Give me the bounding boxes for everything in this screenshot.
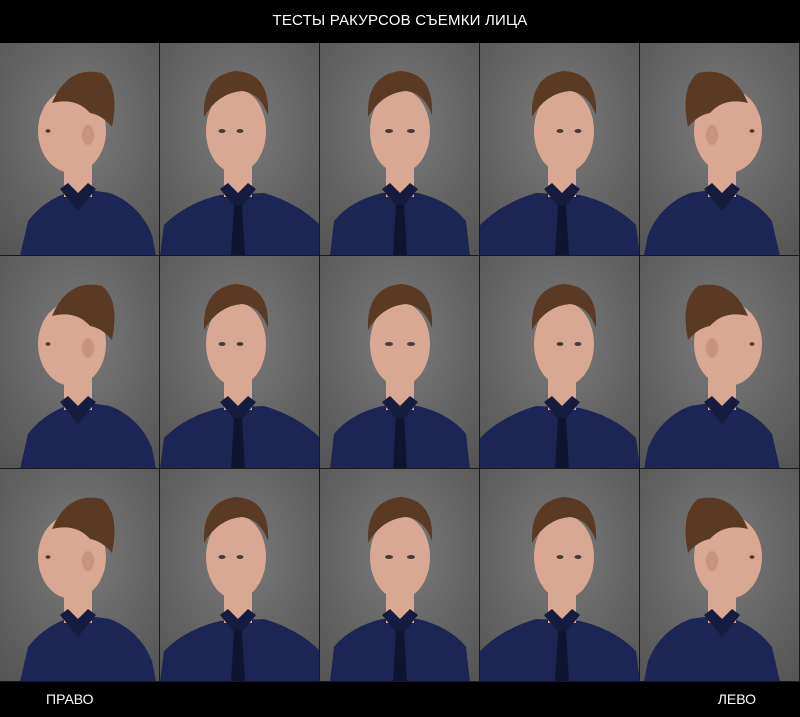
right-eye [236, 555, 244, 559]
eye [749, 555, 755, 559]
left-eye [218, 555, 226, 559]
photo-top-three-quarter-left [160, 43, 320, 256]
eye [749, 342, 755, 346]
ear [82, 338, 94, 358]
left-eye [574, 129, 582, 133]
eye [45, 342, 51, 346]
right-eye [236, 129, 244, 133]
left-side-label: ЛЕВО [717, 691, 756, 707]
left-eye [574, 342, 582, 346]
right-eye [407, 342, 415, 346]
left-eye [385, 555, 393, 559]
right-eye [556, 342, 564, 346]
right-side-label: ПРАВО [46, 691, 94, 707]
eye [749, 129, 755, 133]
photo-bottom-three-quarter-left [160, 469, 320, 682]
right-eye [556, 555, 564, 559]
eye [45, 129, 51, 133]
photo-bottom-profile-right [640, 469, 800, 682]
page-title: ТЕСТЫ РАКУРСОВ СЪЕМКИ ЛИЦА [272, 12, 528, 29]
photo-top-profile-left [0, 43, 160, 256]
ear [706, 125, 718, 145]
photo-middle-profile-right [640, 256, 800, 469]
photo-grid [0, 43, 800, 683]
photo-middle-front [320, 256, 480, 469]
photo-bottom-profile-left [0, 469, 160, 682]
photo-top-profile-right [640, 43, 800, 256]
footer-bar: ПРАВО ЛЕВО [0, 683, 800, 717]
left-eye [218, 129, 226, 133]
photo-bottom-three-quarter-right [480, 469, 640, 682]
right-eye [556, 129, 564, 133]
photo-middle-three-quarter-right [480, 256, 640, 469]
eye [45, 555, 51, 559]
ear [82, 125, 94, 145]
photo-bottom-front [320, 469, 480, 682]
left-eye [218, 342, 226, 346]
ear [82, 551, 94, 571]
photo-top-three-quarter-right [480, 43, 640, 256]
right-eye [236, 342, 244, 346]
ear [706, 551, 718, 571]
ear [706, 338, 718, 358]
right-eye [407, 129, 415, 133]
photo-middle-three-quarter-left [160, 256, 320, 469]
left-eye [385, 129, 393, 133]
right-eye [407, 555, 415, 559]
photo-middle-profile-left [0, 256, 160, 469]
left-eye [574, 555, 582, 559]
photo-top-front [320, 43, 480, 256]
left-eye [385, 342, 393, 346]
